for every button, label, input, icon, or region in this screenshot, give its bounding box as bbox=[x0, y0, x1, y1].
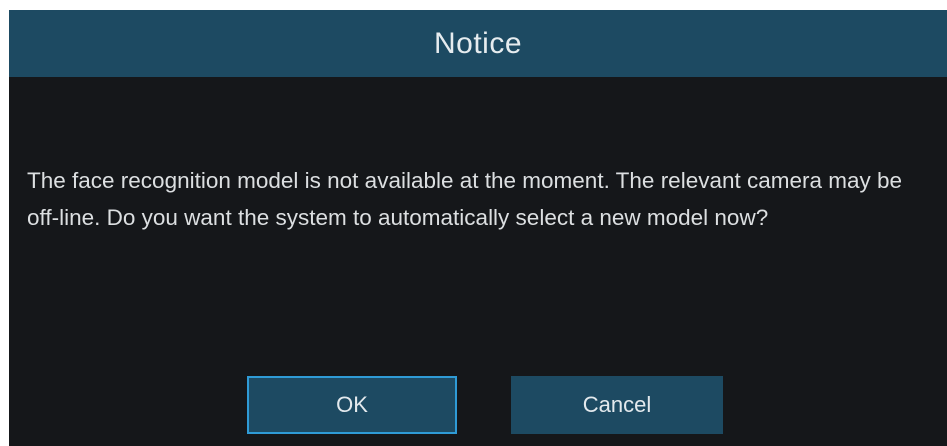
notice-dialog: Notice The face recognition model is not… bbox=[9, 10, 947, 446]
ok-button[interactable]: OK bbox=[247, 376, 457, 434]
dialog-message: The face recognition model is not availa… bbox=[27, 168, 903, 230]
dialog-title-bar: Notice bbox=[9, 10, 947, 77]
ok-button-label: OK bbox=[336, 392, 368, 417]
cancel-button-label: Cancel bbox=[582, 392, 652, 417]
cancel-button[interactable]: Cancel bbox=[511, 376, 723, 434]
dialog-title: Notice bbox=[433, 26, 523, 60]
